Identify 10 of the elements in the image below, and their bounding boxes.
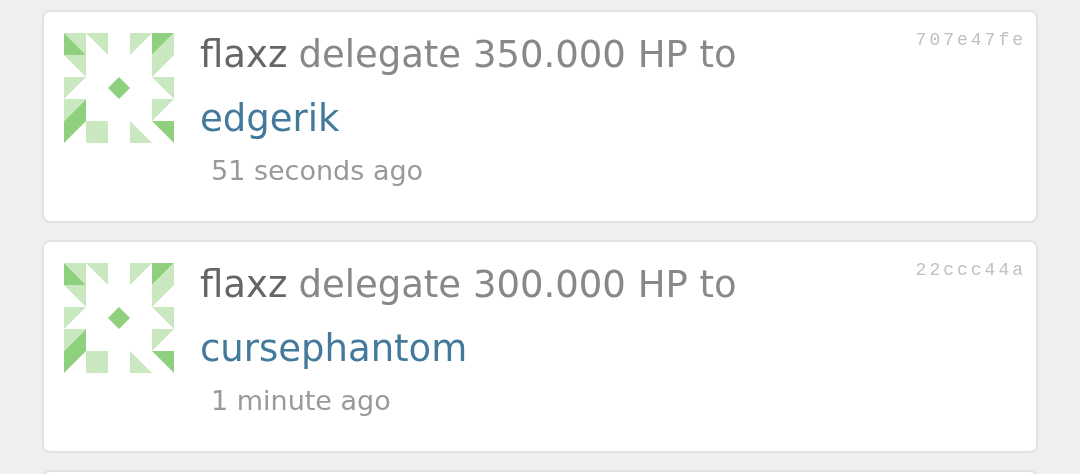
target-account-link[interactable]: edgerik bbox=[200, 97, 340, 140]
account-name[interactable]: flaxz bbox=[200, 33, 288, 76]
target-account-link[interactable]: cursephantom bbox=[200, 327, 468, 370]
account-name[interactable]: flaxz bbox=[200, 263, 288, 306]
identicon-icon bbox=[64, 33, 174, 143]
timestamp: 1 minute ago bbox=[211, 385, 391, 416]
operation-text: delegate 350.000 HP to bbox=[298, 33, 737, 76]
operation-text: delegate 300.000 HP to bbox=[298, 263, 737, 306]
timestamp: 51 seconds ago bbox=[211, 155, 424, 186]
identicon-icon bbox=[64, 263, 174, 373]
